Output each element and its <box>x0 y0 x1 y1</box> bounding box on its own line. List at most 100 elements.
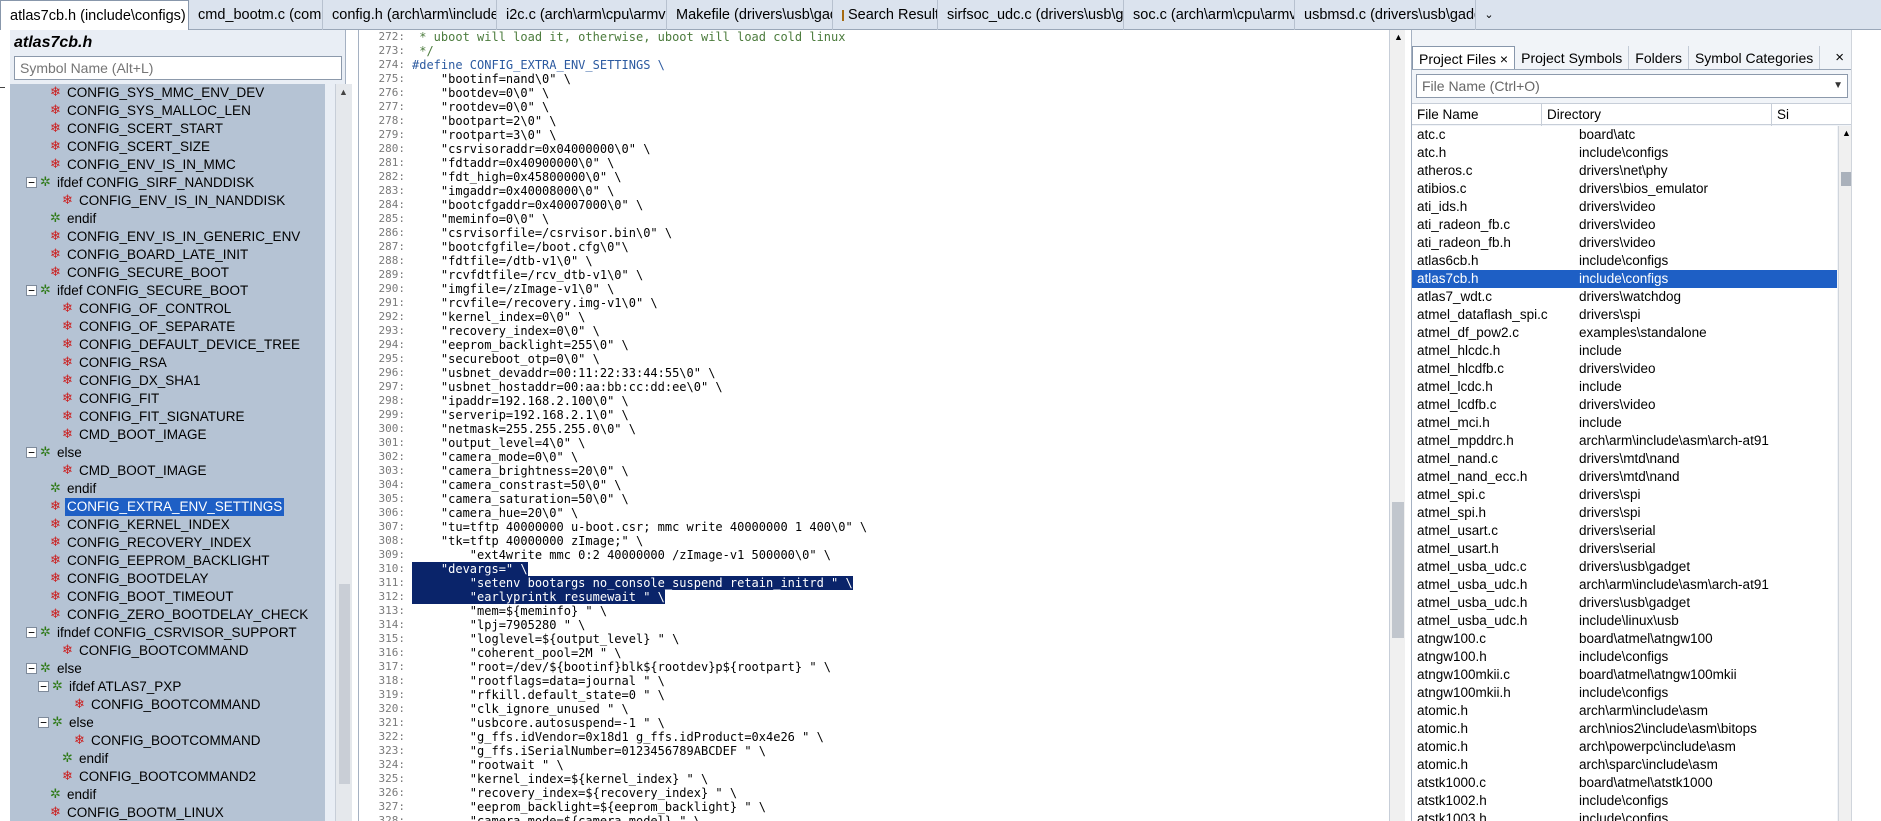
code-line[interactable]: 291: "rcvfile=/recovery.img-v1\0" \ <box>359 296 1389 310</box>
code-line[interactable]: 309: "ext4write mmc 0:2 40000000 /zImage… <box>359 548 1389 562</box>
code-line[interactable]: 324: "rootwait " \ <box>359 758 1389 772</box>
symbol-item[interactable]: ❄ CMD_BOOT_IMAGE <box>10 462 325 480</box>
code-line[interactable]: 301: "output_level=4\0" \ <box>359 436 1389 450</box>
column-directory[interactable]: Directory <box>1542 104 1772 126</box>
code-text[interactable]: "bootdev=0\0" \ <box>412 86 549 100</box>
code-line[interactable]: 321: "usbcore.autosuspend=-1 " \ <box>359 716 1389 730</box>
file-row[interactable]: atibios.c drivers\bios_emulator <box>1412 180 1837 198</box>
code-text[interactable]: "loglevel=${output_level} " \ <box>412 632 680 646</box>
code-text[interactable]: "eeprom_backlight=255\0" \ <box>412 338 629 352</box>
code-lines[interactable]: 272: * uboot will load it, otherwise, ub… <box>359 30 1389 821</box>
symbol-item[interactable]: ✲ endif <box>10 750 325 768</box>
code-text[interactable]: "rootdev=0\0" \ <box>412 100 549 114</box>
code-line[interactable]: 279: "rootpart=3\0" \ <box>359 128 1389 142</box>
code-text[interactable]: #define CONFIG_EXTRA_ENV_SETTINGS \ <box>412 58 665 72</box>
code-line[interactable]: 323: "g_ffs.iSerialNumber=0123456789ABCD… <box>359 744 1389 758</box>
column-file-name[interactable]: File Name <box>1412 104 1542 126</box>
collapse-toggle-icon[interactable]: − <box>26 177 37 188</box>
code-line[interactable]: 295: "secureboot_otp=0\0" \ <box>359 352 1389 366</box>
code-line[interactable]: 325: "kernel_index=${kernel_index} " \ <box>359 772 1389 786</box>
code-text[interactable]: "rootwait " \ <box>412 758 564 772</box>
file-row[interactable]: atmel_usba_udc.h drivers\usb\gadget <box>1412 594 1837 612</box>
scrollbar-thumb[interactable] <box>1841 172 1851 186</box>
symbol-item[interactable]: ❄ CONFIG_BOOTCOMMAND <box>10 696 325 714</box>
code-line[interactable]: 273: */ <box>359 44 1389 58</box>
file-row[interactable]: ati_radeon_fb.c drivers\video <box>1412 216 1837 234</box>
file-row[interactable]: atmel_nand_ecc.h drivers\mtd\nand <box>1412 468 1837 486</box>
code-line[interactable]: 300: "netmask=255.255.255.0\0" \ <box>359 422 1389 436</box>
code-text[interactable]: "rfkill.default_state=0 " \ <box>412 688 665 702</box>
symbol-item[interactable]: ❄ CMD_BOOT_IMAGE <box>10 426 325 444</box>
code-line[interactable]: 322: "g_ffs.idVendor=0x18d1 g_ffs.idProd… <box>359 730 1389 744</box>
code-line[interactable]: 280: "csrvisoraddr=0x04000000\0" \ <box>359 142 1389 156</box>
symbol-item[interactable]: ❄ CONFIG_KERNEL_INDEX <box>10 516 325 534</box>
file-row[interactable]: atlas6cb.h include\configs <box>1412 252 1837 270</box>
file-row[interactable]: atomic.h arch\arm\include\asm <box>1412 702 1837 720</box>
code-text[interactable]: "devargs=" \ <box>412 562 528 576</box>
code-text[interactable]: "tk=tftp 40000000 zImage;" \ <box>412 534 643 548</box>
code-text[interactable]: "rootflags=data=journal " \ <box>412 674 665 688</box>
code-line[interactable]: 313: "mem=${meminfo} " \ <box>359 604 1389 618</box>
project-tab-0[interactable]: Project Files × <box>1412 46 1516 69</box>
file-row[interactable]: atstk1000.c board\atmel\atstk1000 <box>1412 774 1837 792</box>
tab-0[interactable]: atlas7cb.h (include\configs)✕ <box>0 0 189 30</box>
symbol-item[interactable]: ❄ CONFIG_ENV_IS_IN_GENERIC_ENV <box>10 228 325 246</box>
code-text[interactable]: "eeprom_backlight=${eeprom_backlight} " … <box>412 800 766 814</box>
file-row[interactable]: atlas7cb.h include\configs <box>1412 270 1837 288</box>
code-text[interactable]: "netmask=255.255.255.0\0" \ <box>412 422 636 436</box>
file-row[interactable]: atmel_mci.h include <box>1412 414 1837 432</box>
code-line[interactable]: 305: "camera_saturation=50\0" \ <box>359 492 1389 506</box>
symbol-item[interactable]: ❄ CONFIG_BOOT_TIMEOUT <box>10 588 325 606</box>
file-row[interactable]: atmel_hlcdc.h include <box>1412 342 1837 360</box>
symbol-item[interactable]: ❄ CONFIG_ENV_IS_IN_NANDDISK <box>10 192 325 210</box>
code-text[interactable]: "bootinf=nand\0" \ <box>412 72 571 86</box>
code-editor[interactable]: 272: * uboot will load it, otherwise, ub… <box>358 30 1405 821</box>
tab-5[interactable]: Search Results <box>833 0 938 30</box>
file-row[interactable]: atngw100.h include\configs <box>1412 648 1837 666</box>
code-line[interactable]: 296: "usbnet_devaddr=00:11:22:33:44:55\0… <box>359 366 1389 380</box>
tab-4[interactable]: Makefile (drivers\usb\gadget) <box>667 0 833 30</box>
collapse-toggle-icon[interactable]: − <box>26 663 37 674</box>
symbol-item[interactable]: ❄ CONFIG_BOOTCOMMAND <box>10 732 325 750</box>
code-text[interactable]: "kernel_index=0\0" \ <box>412 310 586 324</box>
chevron-down-icon[interactable]: ▼ <box>1833 75 1843 97</box>
file-row[interactable]: atomic.h arch\nios2\include\asm\bitops <box>1412 720 1837 738</box>
file-list-scrollbar[interactable]: ▲ <box>1838 126 1852 821</box>
scroll-up-icon[interactable]: ▲ <box>339 87 348 97</box>
tab-1[interactable]: cmd_bootm.c (common) <box>189 0 323 30</box>
code-text[interactable]: "rootpart=3\0" \ <box>412 128 557 142</box>
file-row[interactable]: atngw100.c board\atmel\atngw100 <box>1412 630 1837 648</box>
code-text[interactable]: "camera_mode=${camera_model} " \ <box>412 814 701 821</box>
code-line[interactable]: 292: "kernel_index=0\0" \ <box>359 310 1389 324</box>
code-text[interactable]: * uboot will load it, otherwise, uboot w… <box>412 30 845 44</box>
symbol-item[interactable]: ❄ CONFIG_SCERT_START <box>10 120 325 138</box>
symbol-item[interactable]: ❄ CONFIG_SYS_MALLOC_LEN <box>10 102 325 120</box>
file-row[interactable]: atheros.c drivers\net\phy <box>1412 162 1837 180</box>
code-text[interactable]: "camera_mode=0\0" \ <box>412 450 578 464</box>
code-line[interactable]: 319: "rfkill.default_state=0 " \ <box>359 688 1389 702</box>
code-line[interactable]: 314: "lpj=7905280 " \ <box>359 618 1389 632</box>
close-icon[interactable]: × <box>1496 51 1508 67</box>
file-row[interactable]: atmel_lcdfb.c drivers\video <box>1412 396 1837 414</box>
symbol-item[interactable]: − ✲ else <box>10 660 325 678</box>
code-line[interactable]: 304: "camera_constrast=50\0" \ <box>359 478 1389 492</box>
code-line[interactable]: 299: "serverip=192.168.2.1\0" \ <box>359 408 1389 422</box>
code-line[interactable]: 303: "camera_brightness=20\0" \ <box>359 464 1389 478</box>
code-line[interactable]: 286: "csrvisorfile=/csrvisor.bin\0" \ <box>359 226 1389 240</box>
scrollbar-thumb[interactable] <box>1392 502 1404 638</box>
symbol-item[interactable]: ❄ CONFIG_ZERO_BOOTDELAY_CHECK <box>10 606 325 624</box>
code-text[interactable]: "clk_ignore_unused " \ <box>412 702 629 716</box>
code-line[interactable]: 272: * uboot will load it, otherwise, ub… <box>359 30 1389 44</box>
file-row[interactable]: atstk1002.h include\configs <box>1412 792 1837 810</box>
code-text[interactable]: "recovery_index=${recovery_index} " \ <box>412 786 737 800</box>
file-row[interactable]: atmel_df_pow2.c examples\standalone <box>1412 324 1837 342</box>
symbol-item[interactable]: − ✲ ifdef ATLAS7_PXP <box>10 678 325 696</box>
symbol-item[interactable]: ❄ CONFIG_BOARD_LATE_INIT <box>10 246 325 264</box>
code-line[interactable]: 302: "camera_mode=0\0" \ <box>359 450 1389 464</box>
code-text[interactable]: "camera_hue=20\0" \ <box>412 506 578 520</box>
file-row[interactable]: atmel_nand.c drivers\mtd\nand <box>1412 450 1837 468</box>
code-text[interactable]: "ext4write mmc 0:2 40000000 /zImage-v1 5… <box>412 548 831 562</box>
scroll-up-icon[interactable]: ▲ <box>1842 128 1851 138</box>
file-row[interactable]: atmel_usart.c drivers\serial <box>1412 522 1837 540</box>
symbol-item[interactable]: ❄ CONFIG_FIT <box>10 390 325 408</box>
